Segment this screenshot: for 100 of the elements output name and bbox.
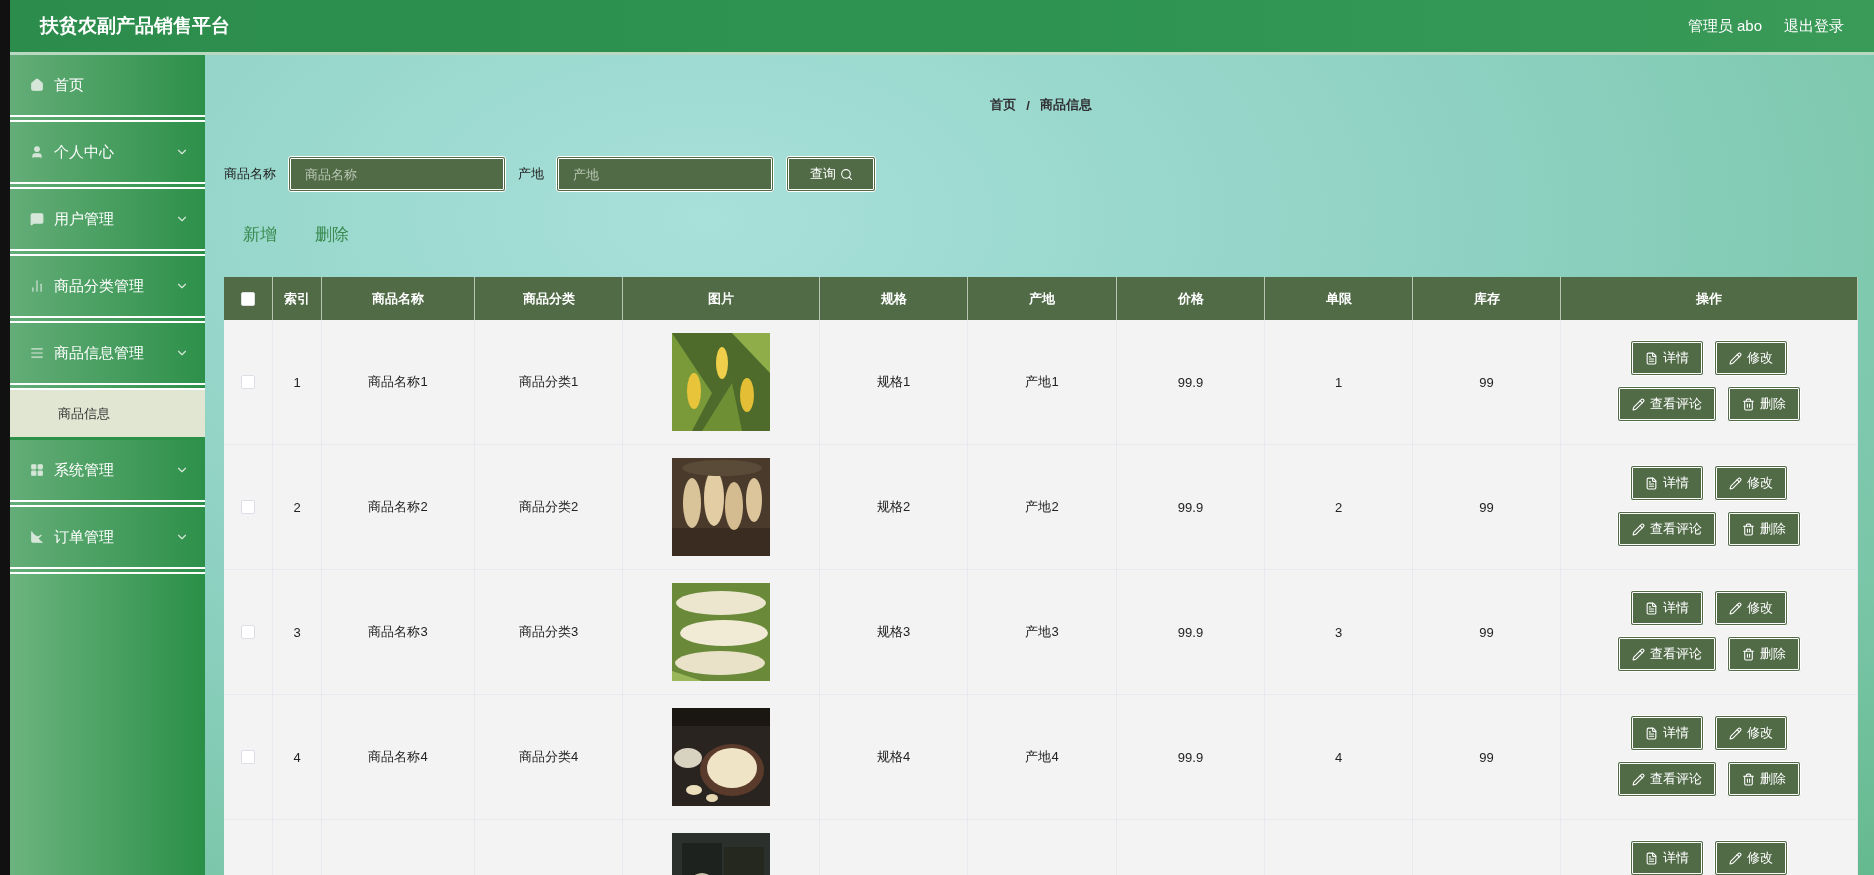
sidebar-item[interactable]: 用户管理 [10, 189, 205, 256]
pencil-icon [1729, 851, 1742, 865]
checkbox[interactable] [241, 625, 255, 639]
sidebar-item[interactable]: 个人中心 [10, 122, 205, 189]
action-button[interactable]: 详情 [1630, 840, 1704, 875]
table-cell: 商品分类4 [518, 748, 579, 766]
pencil-icon [1729, 351, 1742, 365]
app-title: 扶贫农副产品销售平台 [40, 14, 230, 38]
column-header: 单限 [1265, 277, 1413, 320]
breadcrumb-item: 商品信息 [1039, 96, 1092, 114]
search-field[interactable]: 商品名称 [288, 156, 506, 192]
column-header: 商品名称 [322, 277, 475, 320]
table-cell: 1 [293, 374, 301, 390]
column-header: 产地 [968, 277, 1117, 320]
table-cell: 商品分类1 [518, 373, 579, 391]
column-header: 规格 [820, 277, 968, 320]
bar-chart-icon [30, 279, 44, 293]
table-cell: 产地2 [1025, 498, 1059, 516]
action-button[interactable]: 详情 [1630, 465, 1704, 501]
table-cell: 产地1 [1025, 373, 1059, 391]
document-icon [1645, 476, 1658, 490]
pencil-icon [1632, 397, 1645, 411]
trash-icon [1742, 772, 1755, 786]
column-header: 操作 [1561, 277, 1858, 320]
checkbox[interactable] [241, 750, 255, 764]
checkbox[interactable] [241, 375, 255, 389]
search-field[interactable]: 产地 [556, 156, 774, 192]
pencil-icon [1729, 726, 1742, 740]
table-cell: 1 [1334, 374, 1343, 390]
sidebar-item[interactable]: 首页 [10, 55, 205, 122]
table-cell: 4 [1334, 749, 1343, 765]
action-button[interactable]: 查看评论 [1617, 511, 1717, 547]
action-button[interactable]: 查看评论 [1617, 761, 1717, 797]
action-button[interactable]: 修改 [1714, 715, 1788, 751]
document-icon [1645, 851, 1658, 865]
action-button[interactable]: 详情 [1630, 340, 1704, 376]
user-icon [30, 145, 44, 159]
sidebar-item[interactable]: 商品分类管理 [10, 256, 205, 323]
action-button[interactable]: 详情 [1630, 590, 1704, 626]
checkbox[interactable] [241, 291, 255, 306]
sidebar-item[interactable]: 系统管理 [10, 440, 205, 507]
trash-icon [1742, 522, 1755, 536]
table-cell: 99 [1479, 624, 1494, 640]
trash-icon [1742, 647, 1755, 661]
pencil-icon [1729, 601, 1742, 615]
action-button[interactable]: 修改 [1714, 840, 1788, 875]
sidebar-item[interactable]: 订单管理 [10, 507, 205, 574]
field-label: 商品名称 [224, 165, 276, 183]
action-button[interactable]: 删除 [1727, 386, 1801, 422]
action-button[interactable]: 查看评论 [1617, 636, 1717, 672]
column-header: 索引 [273, 277, 322, 320]
sidebar-item[interactable]: 商品信息管理 [10, 323, 205, 390]
breadcrumb-item[interactable]: 首页 [990, 96, 1017, 114]
table-cell: 3 [293, 624, 301, 640]
pencil-icon [1632, 772, 1645, 786]
document-icon [1645, 351, 1658, 365]
table-cell: 产地4 [1025, 748, 1059, 766]
table-cell: 商品名称3 [368, 623, 428, 641]
action-button[interactable]: 详情 [1630, 715, 1704, 751]
table-cell: 2 [293, 499, 301, 515]
table-cell: 3 [1334, 624, 1343, 640]
pencil-icon [1632, 647, 1645, 661]
checkbox[interactable] [241, 500, 255, 514]
table-cell: 99 [1479, 749, 1494, 765]
table-cell: 4 [293, 749, 301, 765]
document-icon [1645, 601, 1658, 615]
action-button[interactable]: 删除 [1727, 636, 1801, 672]
submenu-item[interactable]: 商品信息 [10, 390, 205, 440]
table-cell: 商品名称4 [368, 748, 428, 766]
table-cell: 商品分类3 [518, 623, 579, 641]
grid-icon [30, 463, 44, 477]
action-button[interactable]: 删除 [1727, 511, 1801, 547]
table-cell: 99.9 [1177, 749, 1204, 765]
action-button[interactable]: 删除 [1727, 761, 1801, 797]
table-cell: 2 [1334, 499, 1343, 515]
action-button[interactable]: 修改 [1714, 340, 1788, 376]
table-cell: 产地3 [1025, 623, 1059, 641]
table-cell: 商品分类2 [518, 498, 579, 516]
action-button[interactable]: 修改 [1714, 465, 1788, 501]
table-cell: 99 [1479, 374, 1494, 390]
user-label: 管理员 abo [1687, 16, 1762, 36]
table-cell: 商品名称2 [368, 498, 428, 516]
breadcrumb-separator: / [1026, 97, 1030, 113]
action-button[interactable]: 查看评论 [1617, 386, 1717, 422]
table-cell: 99.9 [1177, 374, 1204, 390]
table-cell: 规格2 [876, 498, 911, 516]
document-icon [1645, 726, 1658, 740]
action-button[interactable]: 修改 [1714, 590, 1788, 626]
chat-icon [30, 212, 44, 226]
table-cell: 99 [1479, 499, 1494, 515]
logout-link[interactable]: 退出登录 [1784, 16, 1844, 36]
search-button[interactable]: 查询 [786, 156, 876, 192]
pencil-icon [1632, 522, 1645, 536]
field-label: 产地 [518, 165, 544, 183]
table-cell: 99.9 [1177, 499, 1204, 515]
column-header: 图片 [623, 277, 820, 320]
table-cell: 商品名称1 [368, 373, 428, 391]
column-header: 库存 [1413, 277, 1561, 320]
home-icon [30, 78, 44, 92]
trash-icon [1742, 397, 1755, 411]
